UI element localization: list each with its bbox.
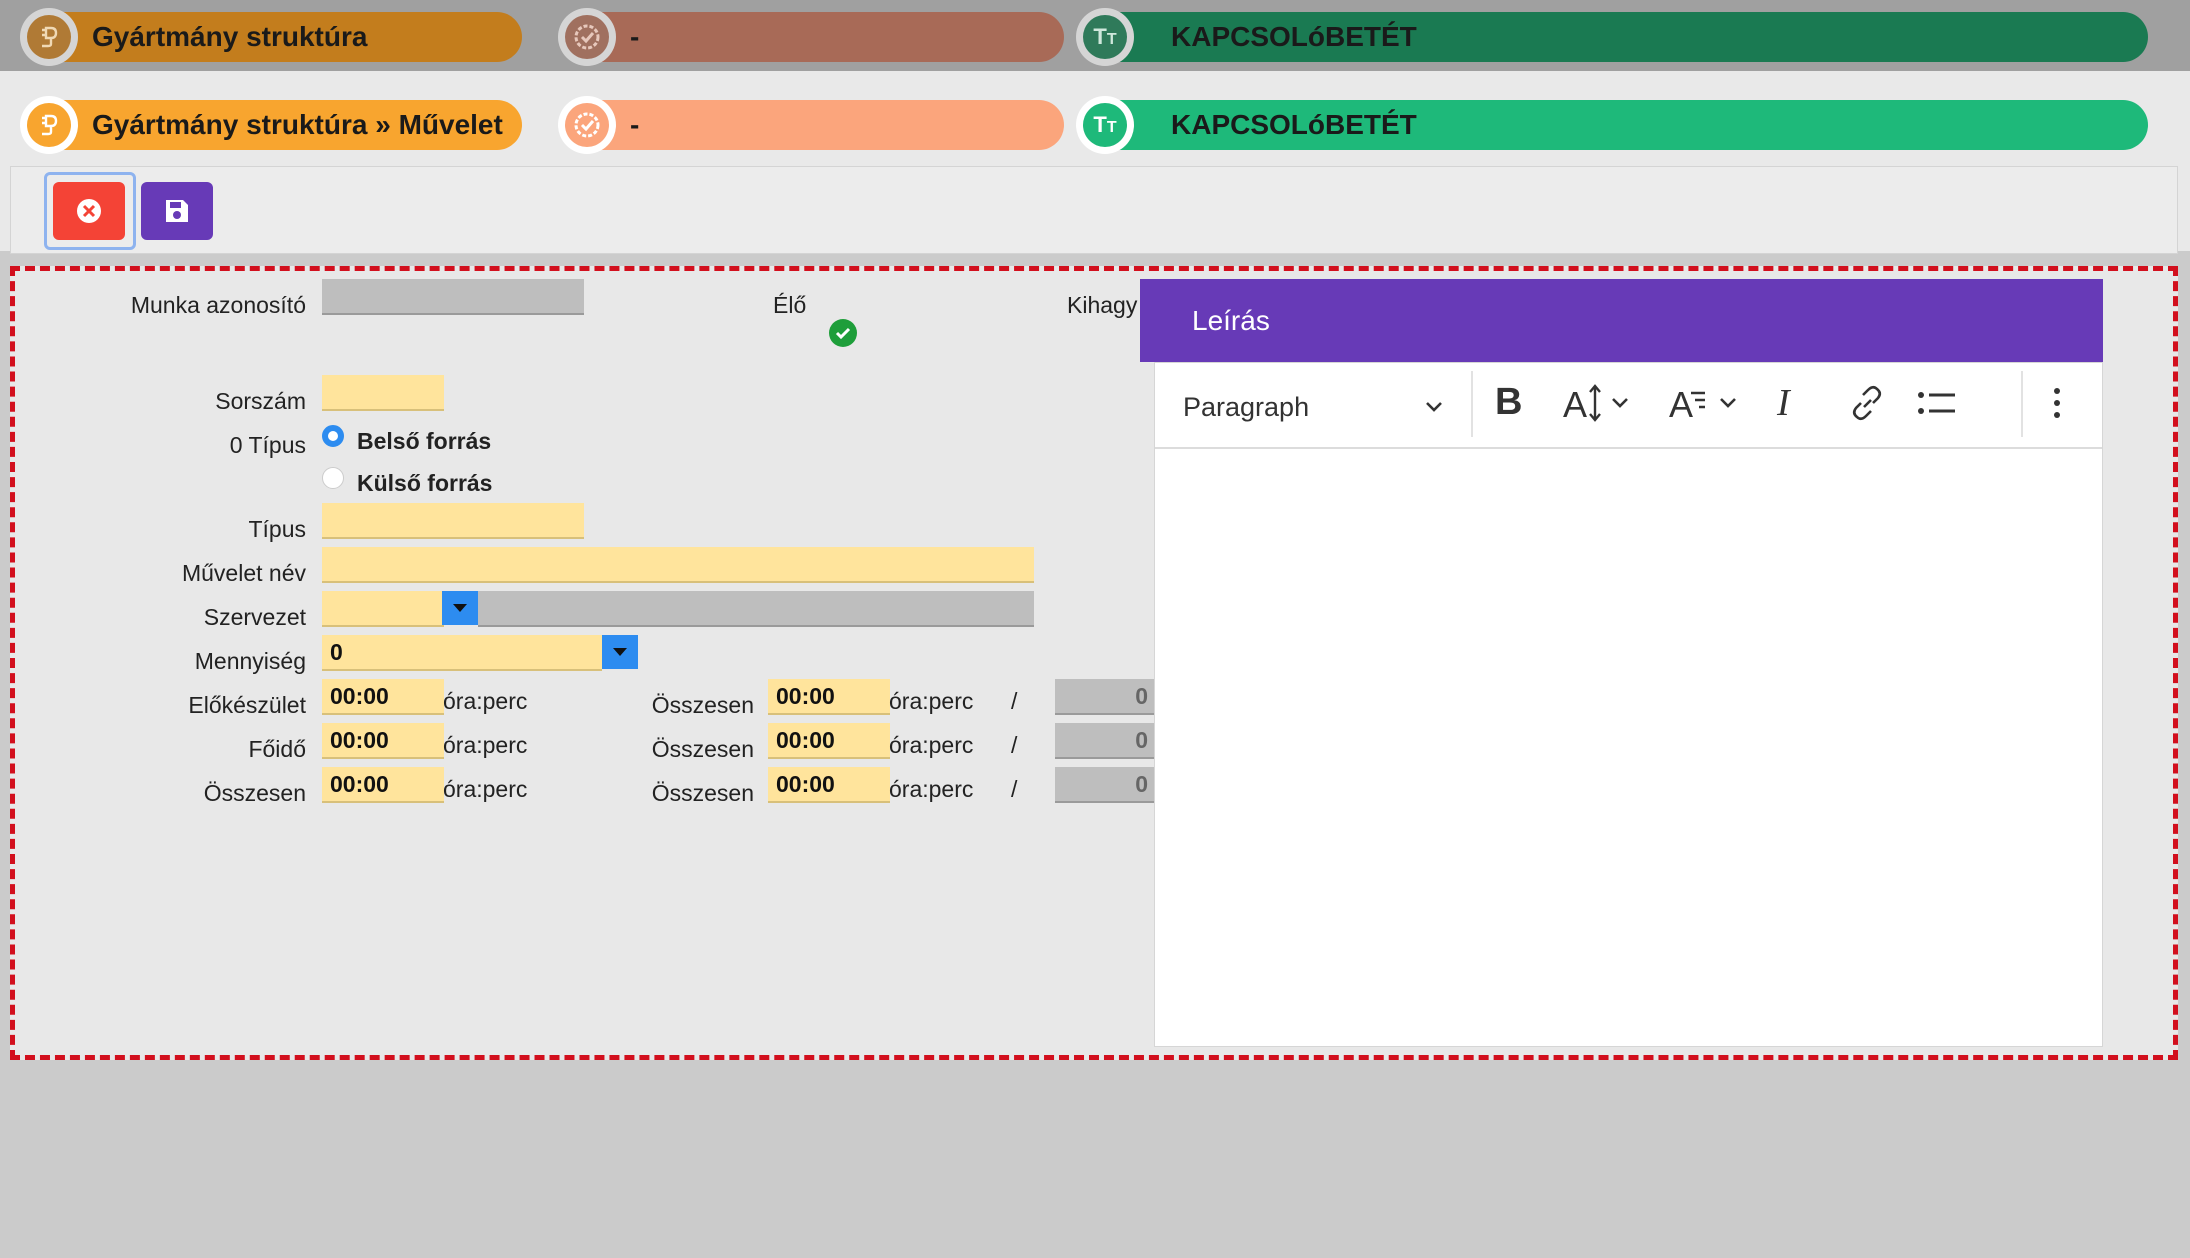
link-button[interactable] xyxy=(1847,381,1887,425)
paragraph-select[interactable]: Paragraph xyxy=(1183,387,1443,427)
foido-field[interactable]: 00:00 xyxy=(322,723,444,759)
osszesen-unit: óra:perc xyxy=(443,776,528,802)
elokeszulet-unit: óra:perc xyxy=(443,688,528,714)
szervezet-name-field xyxy=(478,591,1034,627)
mennyiseg-field[interactable]: 0 xyxy=(322,635,462,671)
osszesen-total-field[interactable]: 00:00 xyxy=(768,767,890,803)
bold-icon: B xyxy=(1495,381,1523,423)
szervezet-field[interactable] xyxy=(322,591,444,627)
osszesen-total-unit: óra:perc xyxy=(889,776,974,802)
bullet-list-button[interactable] xyxy=(1915,381,1959,425)
radio-belso-forras[interactable] xyxy=(322,425,344,447)
italic-button[interactable]: I xyxy=(1777,381,1790,425)
check-badge-icon xyxy=(565,103,609,147)
radio-kulso-forras[interactable] xyxy=(322,467,344,489)
foido-unit: óra:perc xyxy=(443,732,528,758)
italic-icon: I xyxy=(1777,382,1790,424)
foido-label: Főidő xyxy=(248,736,306,762)
breadcrumb-label: KAPCSOLóBETÉT xyxy=(1171,109,1417,140)
elokeszulet-total-field[interactable]: 00:00 xyxy=(768,679,890,715)
elo-label: Élő xyxy=(773,292,807,318)
foido-total-unit: óra:perc xyxy=(889,732,974,758)
svg-text:A: A xyxy=(1669,384,1693,425)
muvelet-nev-field[interactable] xyxy=(322,547,1034,583)
osszesen-field[interactable]: 00:00 xyxy=(322,767,444,803)
caret-down-icon xyxy=(453,604,467,612)
mennyiseg-unit-field[interactable] xyxy=(462,635,602,671)
bold-button[interactable]: B xyxy=(1495,381,1522,424)
paragraph-select-label: Paragraph xyxy=(1183,391,1310,422)
editor-toolbar: Paragraph B A A I xyxy=(1155,363,2102,449)
osszesen-count-field: 0 xyxy=(1055,767,1154,803)
description-header: Leírás xyxy=(1140,279,2103,362)
svg-text:A: A xyxy=(1563,384,1587,425)
plug-icon xyxy=(27,103,71,147)
elokeszulet-field[interactable]: 00:00 xyxy=(322,679,444,715)
foido-slash: / xyxy=(1011,732,1018,758)
elokeszulet-label: Előkészület xyxy=(188,692,306,718)
breadcrumb-label: KAPCSOLóBETÉT xyxy=(1171,21,1417,52)
munka-azonosito-field xyxy=(322,279,584,315)
plug-icon xyxy=(27,15,71,59)
close-button[interactable] xyxy=(53,182,125,240)
font-size-icon: A xyxy=(1563,384,1628,425)
breadcrumb-label: Gyártmány struktúra » Művelet xyxy=(92,109,503,140)
radio-kulso-label: Külső forrás xyxy=(357,470,493,496)
elokeszulet-slash: / xyxy=(1011,688,1018,714)
text-size-icon: TT xyxy=(1083,103,1127,147)
close-circle-icon xyxy=(77,199,101,223)
font-size-button[interactable]: A xyxy=(1563,381,1635,425)
check-badge-icon xyxy=(565,15,609,59)
save-button[interactable] xyxy=(141,182,213,240)
more-vertical-icon xyxy=(2054,388,2060,418)
kihagy-label: Kihagy xyxy=(1067,292,1138,318)
foido-total-field[interactable]: 00:00 xyxy=(768,723,890,759)
breadcrumb-top-1[interactable]: Gyártmány struktúra xyxy=(20,8,522,66)
muvelet-nev-label: Művelet név xyxy=(181,560,306,586)
radio-belso-label: Belső forrás xyxy=(357,428,492,454)
breadcrumb-main-3[interactable]: TT KAPCSOLóBETÉT xyxy=(1076,96,2148,154)
szervezet-dropdown-button[interactable] xyxy=(442,591,478,625)
more-options-button[interactable] xyxy=(2051,381,2063,425)
header-top: Gyártmány struktúra - TT KAPCSOLóBETÉT xyxy=(0,0,2190,71)
breadcrumb-label: - xyxy=(630,109,640,140)
mennyiseg-unit-dropdown-button[interactable] xyxy=(602,635,638,669)
breadcrumb-top-2[interactable]: - xyxy=(558,8,1064,66)
caret-down-icon xyxy=(613,648,627,656)
munka-azonosito-label: Munka azonosító xyxy=(130,292,306,318)
osszesen-label: Összesen xyxy=(203,780,306,806)
elokeszulet-count-field: 0 xyxy=(1055,679,1154,715)
breadcrumb-top-3[interactable]: TT KAPCSOLóBETÉT xyxy=(1076,8,2148,66)
breadcrumb-main-2[interactable]: - xyxy=(558,96,1064,154)
tipus-field[interactable] xyxy=(322,503,584,539)
breadcrumb-label: Gyártmány struktúra xyxy=(92,21,368,52)
action-toolbar xyxy=(10,166,2178,254)
elokeszulet-total-label: Összesen xyxy=(651,692,754,718)
font-style-button[interactable]: A xyxy=(1669,381,1743,425)
tipus0-label: 0 Típus xyxy=(229,432,306,458)
editor-content-area[interactable] xyxy=(1155,451,2102,1046)
mennyiseg-label: Mennyiség xyxy=(194,648,306,674)
szervezet-label: Szervezet xyxy=(203,604,306,630)
osszesen-total-label: Összesen xyxy=(651,780,754,806)
chevron-down-icon xyxy=(1426,402,1442,412)
breadcrumb-label: - xyxy=(630,21,640,52)
foido-total-label: Összesen xyxy=(651,736,754,762)
text-size-icon: TT xyxy=(1083,15,1127,59)
rich-text-editor: Paragraph B A A I xyxy=(1154,362,2103,1047)
text-format-icon: A xyxy=(1669,384,1736,425)
elokeszulet-total-unit: óra:perc xyxy=(889,688,974,714)
sorszam-field[interactable] xyxy=(322,375,444,411)
elo-check-icon[interactable] xyxy=(829,319,857,347)
floppy-disk-icon xyxy=(166,200,188,222)
bullet-list-icon xyxy=(1918,392,1955,414)
tipus-label: Típus xyxy=(248,516,306,542)
sorszam-label: Sorszám xyxy=(215,388,306,414)
foido-count-field: 0 xyxy=(1055,723,1154,759)
link-icon xyxy=(1852,385,1882,421)
breadcrumb-main-1[interactable]: Gyártmány struktúra » Művelet xyxy=(20,96,522,154)
osszesen-slash: / xyxy=(1011,776,1018,802)
